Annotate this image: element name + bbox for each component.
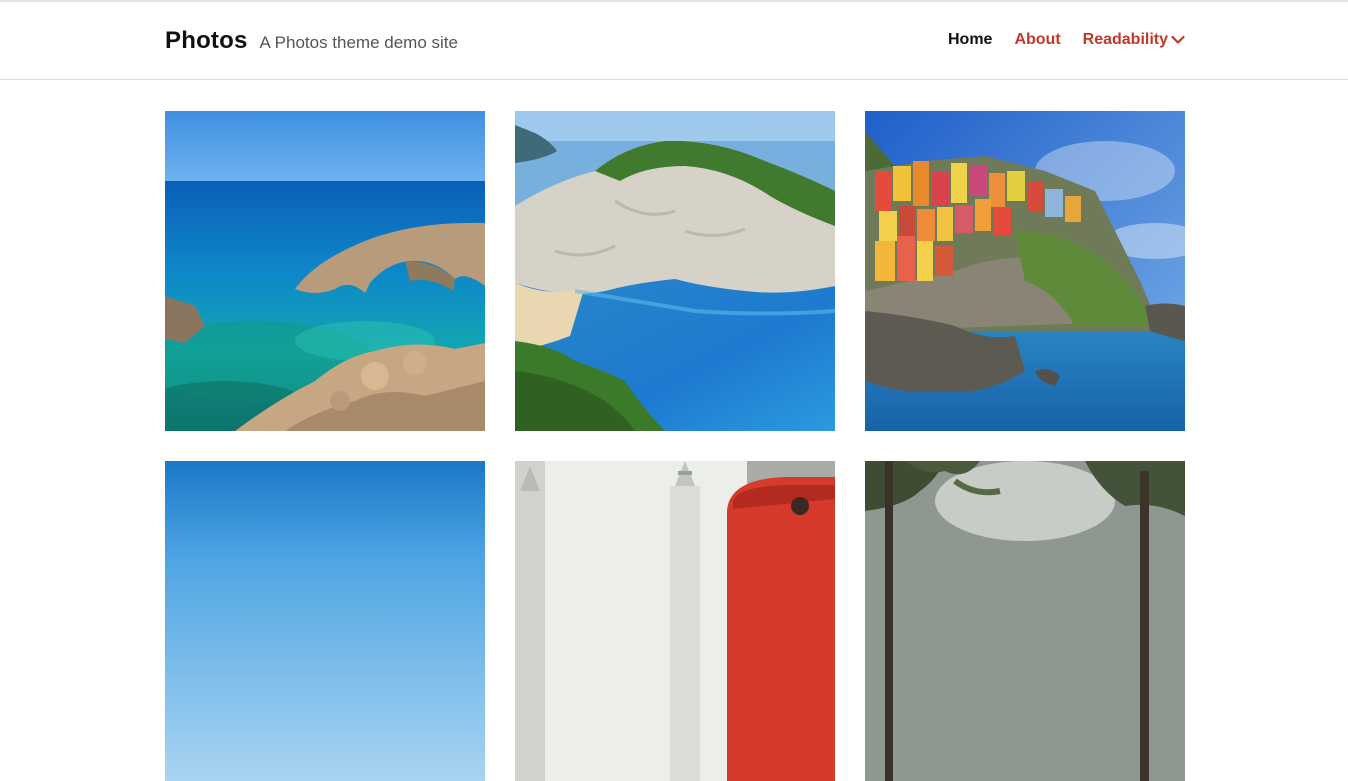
nav-item-readability-label: Readability	[1082, 31, 1168, 48]
nav-item-readability[interactable]: Readability	[1083, 31, 1185, 49]
site-title-link[interactable]: Photos	[165, 27, 248, 55]
site-header: Photos A Photos theme demo site Home Abo…	[0, 2, 1348, 80]
cliff-village-photo[interactable]	[865, 111, 1185, 431]
nav-item-home[interactable]: Home	[948, 31, 992, 49]
forest-photo[interactable]	[865, 461, 1185, 781]
city-telephone-booth-photo[interactable]	[515, 461, 835, 781]
site-description: A Photos theme demo site	[259, 33, 458, 52]
chevron-down-icon	[1171, 35, 1185, 45]
nav-item-about[interactable]: About	[1014, 31, 1060, 49]
sea-arch-photo[interactable]	[165, 111, 485, 431]
shipwreck-cove-photo[interactable]	[515, 111, 835, 431]
main-nav: Home About Readability	[926, 31, 1185, 49]
branding: Photos A Photos theme demo site	[165, 27, 458, 55]
blue-sky-photo[interactable]	[165, 461, 485, 781]
